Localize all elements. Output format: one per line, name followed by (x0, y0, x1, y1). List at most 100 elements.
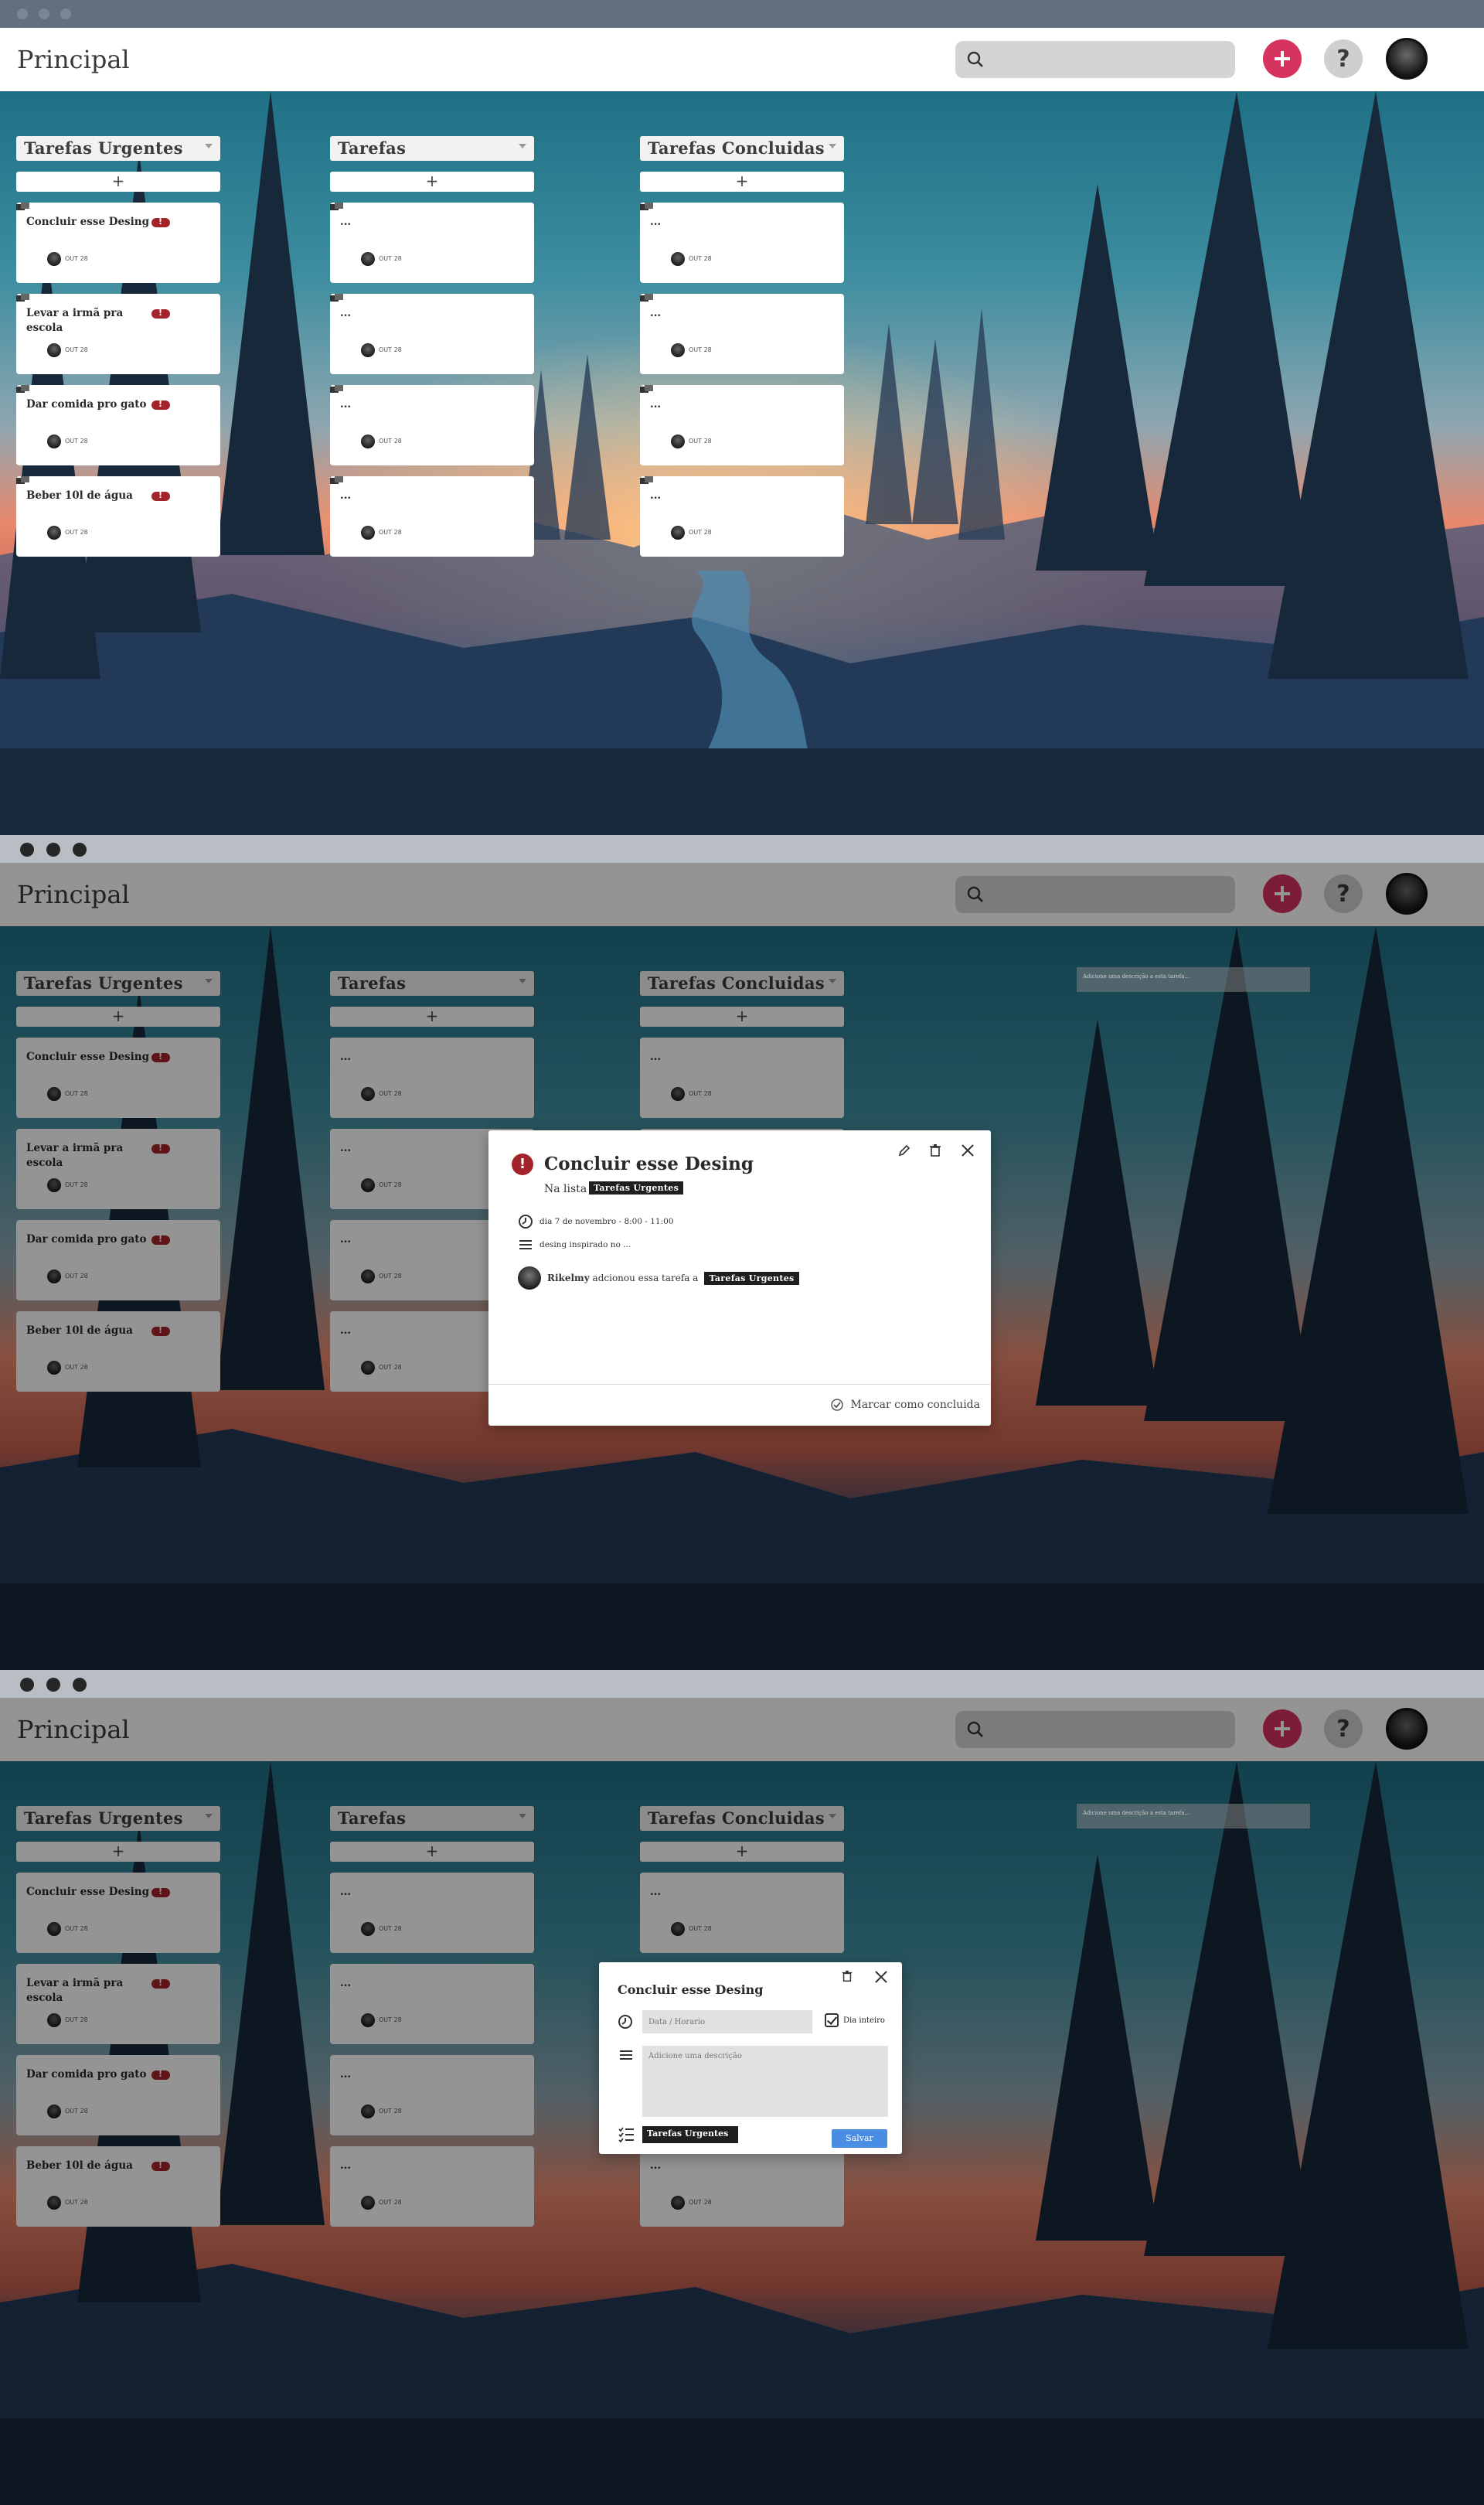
chevron-down-icon[interactable] (829, 979, 836, 983)
chevron-down-icon[interactable] (205, 979, 213, 983)
user-avatar[interactable] (1386, 1708, 1428, 1750)
checkbox-checked-icon[interactable] (825, 2013, 839, 2027)
task-card[interactable]: Beber 10l de água OUT 28 (16, 1311, 220, 1392)
help-button[interactable]: ? (1324, 874, 1363, 913)
edit-button[interactable] (895, 1141, 914, 1160)
task-card[interactable]: ... OUT 28 (330, 476, 534, 557)
comments-icon (640, 294, 653, 302)
screen-board: Principal ? Tarefas Urgentes + Concluir … (0, 0, 1484, 835)
task-card[interactable]: ... OUT 28 (330, 294, 534, 374)
search-input[interactable] (955, 41, 1235, 78)
task-card[interactable]: ... OUT 28 (330, 1038, 534, 1118)
window-maximize-dot[interactable] (73, 1678, 87, 1692)
task-card[interactable]: Concluir esse Desing OUT 28 (16, 1873, 220, 1953)
window-close-dot[interactable] (17, 9, 28, 19)
task-card[interactable]: ... OUT 28 (330, 1873, 534, 1953)
add-card-button[interactable]: + (330, 172, 534, 192)
column-header[interactable]: Tarefas Urgentes (16, 971, 220, 996)
card-date: OUT 28 (689, 438, 712, 445)
task-card[interactable]: ... OUT 28 (640, 1038, 844, 1118)
help-button[interactable]: ? (1324, 1709, 1363, 1748)
window-minimize-dot[interactable] (46, 1678, 60, 1692)
task-card[interactable]: Beber 10l de água OUT 28 (16, 2146, 220, 2227)
card-title: ... (340, 1233, 352, 1246)
user-avatar[interactable] (1386, 38, 1428, 80)
task-card[interactable]: ... OUT 28 (640, 476, 844, 557)
task-card[interactable]: ... OUT 28 (330, 385, 534, 465)
description-textarea[interactable] (642, 2046, 888, 2117)
window-minimize-dot[interactable] (39, 9, 49, 19)
add-card-button[interactable]: + (16, 172, 220, 192)
add-card-button[interactable]: + (330, 1842, 534, 1862)
task-card[interactable]: Dar comida pro gato OUT 28 (16, 385, 220, 465)
clock-icon (618, 2015, 632, 2029)
add-card-button[interactable]: + (16, 1842, 220, 1862)
card-title: Concluir esse Desing (26, 1051, 150, 1063)
window-close-dot[interactable] (20, 1678, 34, 1692)
list-select[interactable]: Tarefas Urgentes (642, 2126, 738, 2143)
task-card[interactable]: Levar a irmã pra escola OUT 28 (16, 294, 220, 374)
add-task-button[interactable] (1263, 39, 1302, 78)
task-card[interactable]: ... OUT 28 (640, 203, 844, 283)
chevron-down-icon[interactable] (519, 144, 526, 148)
plus-icon (1275, 51, 1290, 66)
chevron-down-icon[interactable] (829, 144, 836, 148)
chevron-down-icon[interactable] (519, 979, 526, 983)
window-close-dot[interactable] (20, 843, 34, 857)
date-time-input[interactable] (642, 2010, 812, 2033)
task-card[interactable]: ... OUT 28 (330, 1964, 534, 2044)
column-header[interactable]: Tarefas Urgentes (16, 136, 220, 161)
task-card[interactable]: Dar comida pro gato OUT 28 (16, 2055, 220, 2135)
task-card[interactable]: ... OUT 28 (640, 1873, 844, 1953)
chevron-down-icon[interactable] (829, 1814, 836, 1818)
add-card-button[interactable]: + (330, 1007, 534, 1027)
user-avatar[interactable] (1386, 873, 1428, 915)
help-button[interactable]: ? (1324, 39, 1363, 78)
column-header[interactable]: Tarefas (330, 136, 534, 161)
column-header[interactable]: Tarefas Concluidas (640, 1806, 844, 1831)
activity-list-tag[interactable]: Tarefas Urgentes (704, 1271, 799, 1285)
task-card[interactable]: Levar a irmã pra escola OUT 28 (16, 1129, 220, 1209)
save-button[interactable]: Salvar (832, 2129, 887, 2148)
add-card-button[interactable]: + (16, 1007, 220, 1027)
detail-list-tag[interactable]: Tarefas Urgentes (589, 1181, 684, 1195)
mark-done-button[interactable]: Marcar como concluida (830, 1398, 980, 1412)
search-input[interactable] (955, 1711, 1235, 1748)
card-date: OUT 28 (65, 1090, 88, 1097)
column-header[interactable]: Tarefas Concluidas (640, 136, 844, 161)
task-card[interactable]: ... OUT 28 (330, 2055, 534, 2135)
task-card[interactable]: ... OUT 28 (640, 385, 844, 465)
delete-button[interactable] (926, 1141, 945, 1160)
trash-icon[interactable] (841, 1970, 853, 1982)
task-card[interactable]: Concluir esse Desing OUT 28 (16, 203, 220, 283)
close-button[interactable] (958, 1141, 977, 1160)
column-header[interactable]: Tarefas (330, 971, 534, 996)
chevron-down-icon[interactable] (519, 1814, 526, 1818)
search-input[interactable] (955, 876, 1235, 913)
add-task-button[interactable] (1263, 1709, 1302, 1748)
task-card[interactable]: Concluir esse Desing OUT 28 (16, 1038, 220, 1118)
column-header[interactable]: Tarefas Concluidas (640, 971, 844, 996)
activity-user: Rikelmy (547, 1273, 590, 1283)
window-maximize-dot[interactable] (60, 9, 71, 19)
task-card[interactable]: Dar comida pro gato OUT 28 (16, 1220, 220, 1300)
all-day-checkbox[interactable]: Dia inteiro (825, 2013, 885, 2027)
column-header[interactable]: Tarefas Urgentes (16, 1806, 220, 1831)
window-maximize-dot[interactable] (73, 843, 87, 857)
task-card[interactable]: ... OUT 28 (640, 294, 844, 374)
add-card-button[interactable]: + (640, 172, 844, 192)
task-card[interactable]: ... OUT 28 (330, 2146, 534, 2227)
close-icon[interactable] (874, 1970, 888, 1984)
task-card[interactable]: Levar a irmã pra escola OUT 28 (16, 1964, 220, 2044)
add-card-button[interactable]: + (640, 1007, 844, 1027)
task-card[interactable]: Beber 10l de água OUT 28 (16, 476, 220, 557)
task-card[interactable]: ... OUT 28 (640, 2146, 844, 2227)
chevron-down-icon[interactable] (205, 144, 213, 148)
column-header[interactable]: Tarefas (330, 1806, 534, 1831)
task-card[interactable]: ... OUT 28 (330, 203, 534, 283)
add-card-button[interactable]: + (640, 1842, 844, 1862)
window-minimize-dot[interactable] (46, 843, 60, 857)
column-tarefas-urgentes: Tarefas Urgentes + Concluir esse Desing O… (16, 971, 220, 1392)
chevron-down-icon[interactable] (205, 1814, 213, 1818)
add-task-button[interactable] (1263, 874, 1302, 913)
